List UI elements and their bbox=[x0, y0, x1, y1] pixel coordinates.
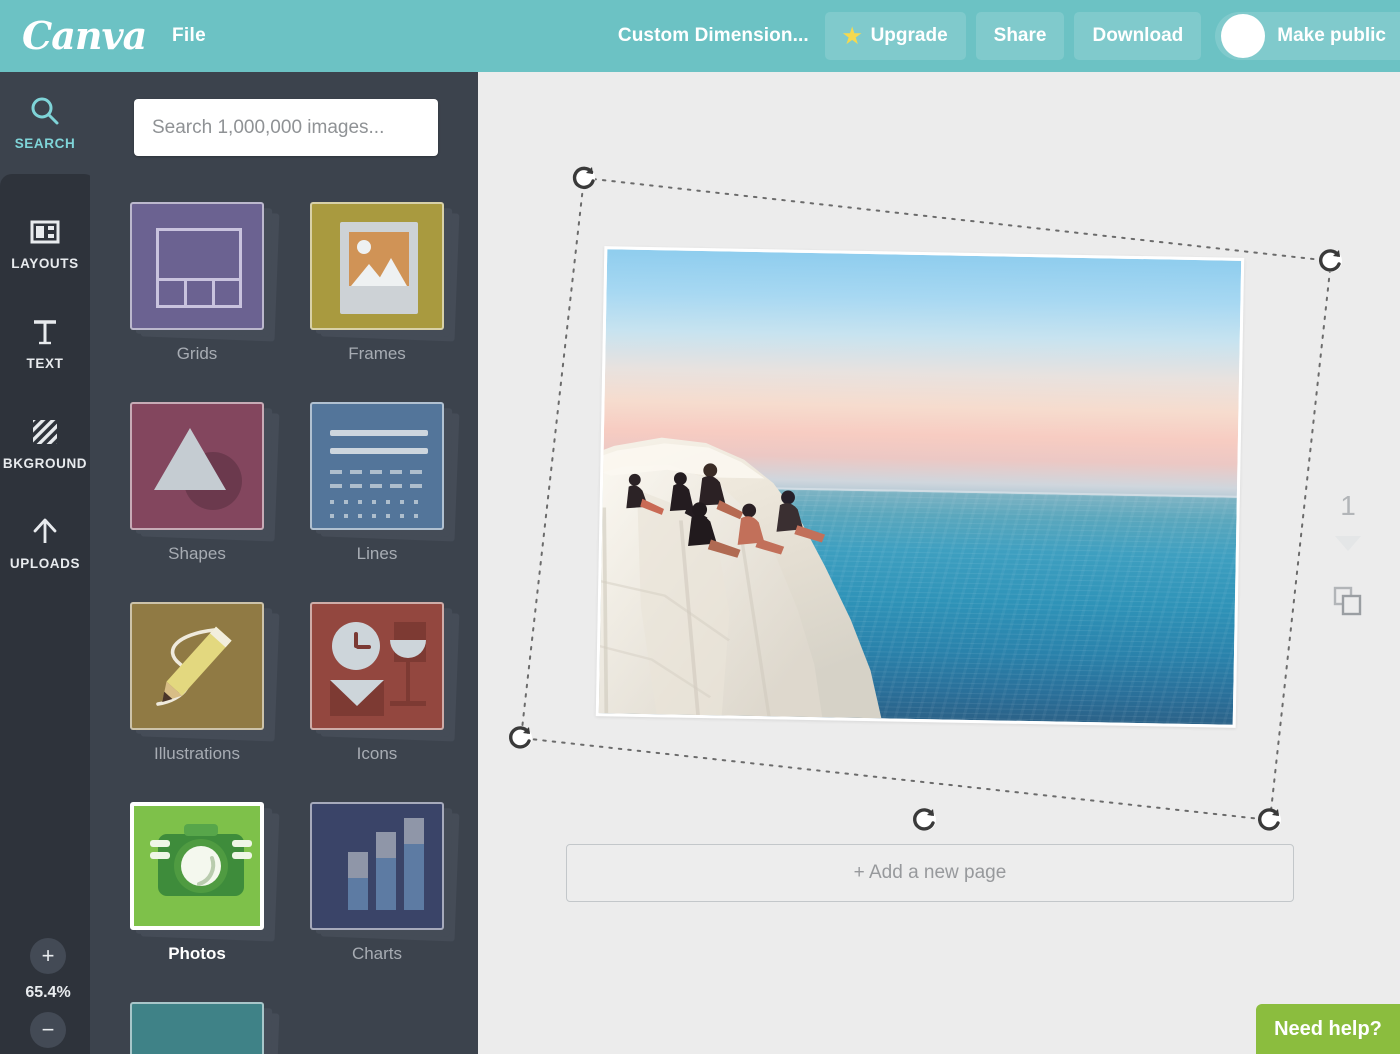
canva-editor-window: Canva File Custom Dimension... ★ Upgrade… bbox=[0, 0, 1400, 1054]
zoom-in-button[interactable]: + bbox=[30, 938, 66, 974]
tile-icons[interactable]: Icons bbox=[310, 592, 478, 792]
tile-art-frames bbox=[310, 202, 444, 330]
tile-art-photos bbox=[130, 802, 264, 930]
search-icon bbox=[31, 97, 59, 124]
tile-art-charts bbox=[310, 802, 444, 930]
upgrade-label: Upgrade bbox=[870, 25, 948, 46]
tile-stack bbox=[310, 402, 460, 542]
tile-stack bbox=[130, 202, 280, 342]
rotate-handle-bottom-center bbox=[913, 808, 936, 831]
photo-people bbox=[626, 463, 826, 558]
upload-icon bbox=[33, 518, 57, 543]
tile-stack bbox=[130, 802, 280, 942]
tile-label: Shapes bbox=[168, 544, 226, 563]
zoom-level-value: 65.4% bbox=[25, 984, 71, 1001]
download-label: Download bbox=[1092, 25, 1184, 46]
tile-label: Charts bbox=[351, 944, 403, 963]
sidebar-item-layouts[interactable]: LAYOUTS bbox=[0, 192, 90, 292]
upgrade-button[interactable]: ★ Upgrade bbox=[824, 12, 966, 60]
tile-art-next bbox=[130, 1002, 264, 1054]
download-button[interactable]: Download bbox=[1074, 12, 1202, 60]
sidebar-label-uploads: UPLOADS bbox=[9, 555, 81, 571]
rotate-handle-top-right bbox=[1319, 249, 1342, 272]
canvas-area[interactable]: 1 + Add a new page bbox=[478, 72, 1400, 1054]
background-icon bbox=[33, 419, 57, 444]
file-menu[interactable]: File bbox=[172, 25, 206, 47]
search-input[interactable] bbox=[134, 99, 438, 156]
canva-logo[interactable]: Canva bbox=[22, 13, 147, 59]
tile-stack bbox=[130, 402, 280, 542]
photo-content bbox=[598, 249, 1242, 725]
tile-charts[interactable]: Charts bbox=[310, 792, 478, 992]
star-icon: ★ bbox=[842, 24, 862, 48]
sidebar-item-background[interactable]: BKGROUND bbox=[0, 392, 90, 492]
need-help-button[interactable]: Need help? bbox=[1256, 1004, 1400, 1054]
add-new-page-button[interactable]: + Add a new page bbox=[566, 844, 1294, 902]
top-bar-actions: Custom Dimension... ★ Upgrade Share Down… bbox=[618, 0, 1400, 72]
tile-next-category[interactable] bbox=[130, 992, 298, 1054]
share-button[interactable]: Share bbox=[975, 12, 1065, 60]
tile-label: Icons bbox=[356, 744, 398, 763]
sidebar-item-uploads[interactable]: UPLOADS bbox=[0, 492, 90, 592]
tile-label: Frames bbox=[348, 344, 406, 363]
duplicate-page-button[interactable] bbox=[1332, 585, 1364, 622]
layouts-icon bbox=[30, 220, 60, 243]
text-icon bbox=[34, 319, 56, 344]
tile-label: Photos bbox=[168, 944, 226, 963]
tile-photos[interactable]: Photos bbox=[130, 792, 298, 992]
share-label: Share bbox=[993, 25, 1047, 46]
sidebar-label-text: TEXT bbox=[26, 355, 64, 371]
tile-stack bbox=[130, 602, 280, 742]
duplicate-page-icon bbox=[1333, 586, 1362, 616]
tile-art-grids bbox=[130, 202, 264, 330]
tile-illustrations[interactable]: Illustrations bbox=[130, 592, 298, 792]
rotate-handle-bottom-right bbox=[1258, 808, 1281, 831]
category-tile-grid: Grids Frames Shapes Lines Illustrations … bbox=[130, 192, 478, 1054]
left-tool-rail: SEARCH LAYOUTS TEXT BKGROUND UPLOADS + 6… bbox=[0, 72, 96, 1054]
tile-grids[interactable]: Grids bbox=[130, 192, 298, 392]
tile-label: Grids bbox=[176, 344, 218, 363]
page-tools: 1 bbox=[1318, 492, 1378, 622]
zoom-out-button[interactable]: − bbox=[30, 1012, 66, 1048]
selected-image-element[interactable] bbox=[595, 246, 1245, 728]
chevron-down-icon[interactable] bbox=[1335, 536, 1361, 551]
sidebar-label-search: SEARCH bbox=[14, 135, 76, 151]
sidebar-item-text[interactable]: TEXT bbox=[0, 292, 90, 392]
tile-shapes[interactable]: Shapes bbox=[130, 392, 298, 592]
zoom-controls: + 65.4% − bbox=[0, 938, 96, 1048]
rotate-handle-top-left bbox=[572, 166, 595, 190]
artboard: 1 + Add a new page bbox=[478, 72, 1400, 1054]
make-public-label: Make public bbox=[1277, 25, 1386, 46]
tile-lines[interactable]: Lines bbox=[310, 392, 478, 592]
tile-stack bbox=[310, 602, 460, 742]
make-public-toggle[interactable]: Make public bbox=[1215, 12, 1400, 60]
top-bar: Canva File Custom Dimension... ★ Upgrade… bbox=[0, 0, 1400, 72]
tile-art-lines bbox=[310, 402, 444, 530]
page-number: 1 bbox=[1340, 490, 1356, 521]
tile-art-illustrations bbox=[130, 602, 264, 730]
tool-panel: Grids Frames bbox=[90, 72, 478, 1054]
tile-art-icons bbox=[310, 602, 444, 730]
tile-frames[interactable]: Frames bbox=[310, 192, 478, 392]
sidebar-label-layouts: LAYOUTS bbox=[11, 255, 79, 271]
document-title[interactable]: Custom Dimension... bbox=[618, 25, 809, 47]
rotate-handle-bottom-left bbox=[509, 726, 532, 749]
tile-stack bbox=[130, 1002, 280, 1054]
tile-art-shapes bbox=[130, 402, 264, 530]
tile-label: Lines bbox=[356, 544, 398, 563]
tile-stack bbox=[310, 202, 460, 342]
avatar bbox=[1221, 14, 1266, 58]
sidebar-item-search[interactable]: SEARCH bbox=[0, 72, 90, 172]
sidebar-label-background: BKGROUND bbox=[2, 455, 88, 471]
tile-stack bbox=[310, 802, 460, 942]
tile-label: Illustrations bbox=[154, 744, 240, 763]
